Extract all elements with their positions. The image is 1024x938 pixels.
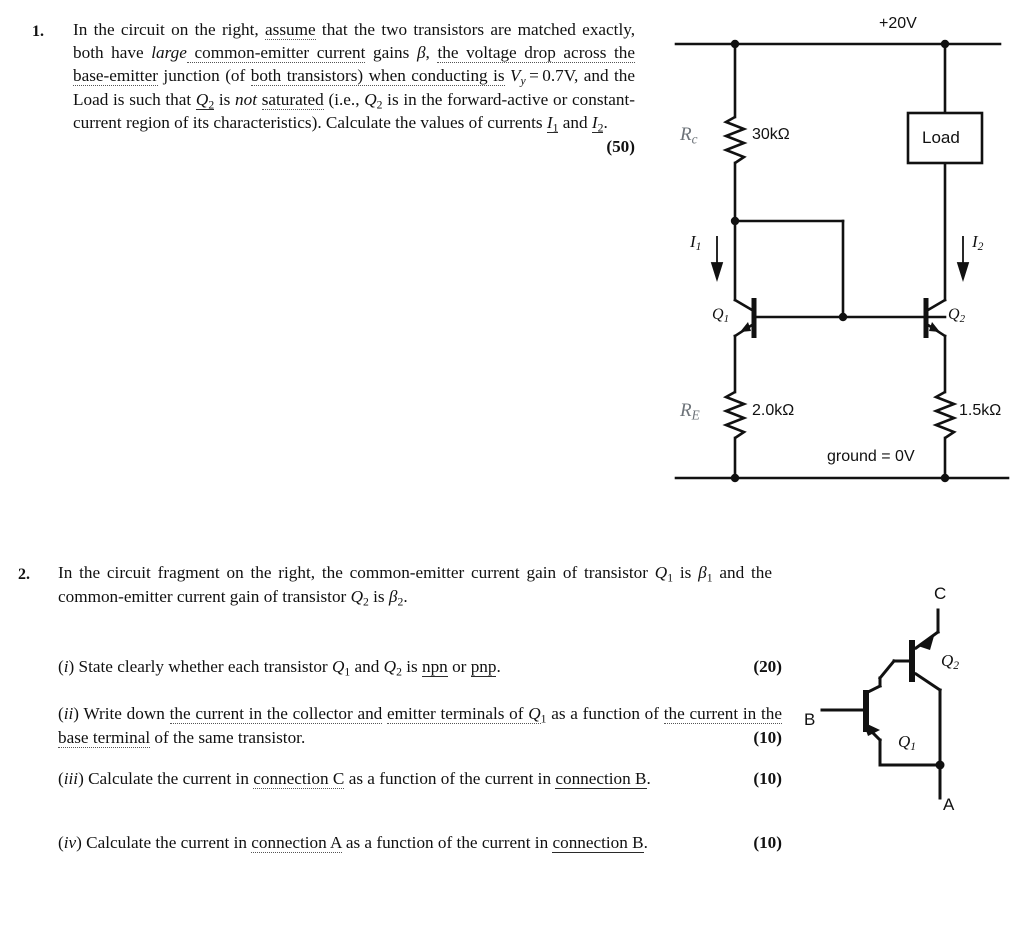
resistor-rc-zigzag bbox=[722, 115, 748, 165]
question-2-part-iv: (iv) Calculate the current in connection… bbox=[58, 832, 782, 855]
question-2-number: 2. bbox=[18, 566, 30, 583]
current-i2-label: I2 bbox=[972, 232, 983, 253]
q2-emitter-arrow bbox=[929, 322, 940, 332]
question-1-marks: (50) bbox=[606, 137, 635, 157]
hand-rc-symbol: R bbox=[680, 124, 692, 145]
load-label: Load bbox=[922, 128, 960, 147]
question-2-part-iii: (iii) Calculate the current in connectio… bbox=[58, 768, 782, 791]
figure-2-circuit: C B A Q2 Q1 bbox=[800, 570, 1024, 830]
i2-arrowhead bbox=[956, 262, 970, 283]
hand-re-subscript: E bbox=[691, 407, 700, 423]
terminal-a-label: A bbox=[943, 795, 955, 814]
terminal-b-label: B bbox=[804, 710, 816, 729]
part-iv-text: Calculate the current in connection A as… bbox=[86, 833, 648, 853]
q1-subscript: 1 bbox=[723, 313, 729, 326]
ground-label: ground = 0V bbox=[827, 448, 915, 465]
left-emitter-resistor-label: 2.0kΩ bbox=[752, 402, 795, 419]
resistor-re1-zigzag bbox=[722, 390, 748, 440]
terminal-c-label: C bbox=[934, 584, 947, 603]
question-2-part-i: (i) State clearly whether each transisto… bbox=[58, 656, 782, 680]
figure-2-transistor-q1-label: Q1 bbox=[898, 732, 916, 753]
dot-rail-left bbox=[730, 39, 740, 49]
hand-rc-subscript: c bbox=[691, 131, 698, 147]
figure-2-base-bars bbox=[863, 640, 915, 732]
question-2-intro: In the circuit fragment on the right, th… bbox=[58, 562, 772, 610]
question-1-number: 1. bbox=[32, 23, 44, 40]
q1-emitter-arrow-npn bbox=[863, 722, 880, 736]
hand-label-rc: Rc bbox=[680, 124, 698, 148]
part-iii-marks: (10) bbox=[753, 769, 782, 788]
i1-arrowhead bbox=[710, 262, 724, 283]
emitter-arrowheads bbox=[740, 322, 940, 332]
question-2-part-ii: (ii) Write down the current in the colle… bbox=[58, 703, 782, 750]
right-emitter-resistor-label: 1.5kΩ bbox=[959, 402, 1002, 419]
i1-subscript: 1 bbox=[695, 240, 702, 254]
wire-q2-collector-elbow bbox=[926, 298, 947, 312]
part-iii-label: (iii) bbox=[58, 769, 84, 788]
question-1-body: In the circuit on the right, assume that… bbox=[73, 19, 636, 159]
part-iv-label: (iv) bbox=[58, 833, 82, 852]
q2-subscript: 2 bbox=[959, 313, 965, 326]
wire-q2-collector-elbow bbox=[913, 671, 943, 693]
dot-ground-right bbox=[940, 473, 950, 483]
figure-2-arrowheads bbox=[863, 636, 934, 736]
q1-emitter-arrow bbox=[740, 322, 751, 332]
dot-a-node bbox=[935, 760, 945, 770]
transistor-q2-label: Q2 bbox=[948, 306, 965, 325]
fig2-q2-subscript: 2 bbox=[953, 659, 960, 673]
fig2-q2-symbol: Q bbox=[941, 651, 954, 670]
wire-q2-base-diag bbox=[877, 658, 897, 681]
part-iv-marks: (10) bbox=[753, 833, 782, 852]
q2-symbol: Q bbox=[948, 306, 960, 323]
question-2-intro-text: In the circuit fragment on the right, th… bbox=[58, 563, 772, 609]
q1-symbol: Q bbox=[712, 306, 724, 323]
figure-2-svg bbox=[820, 608, 945, 800]
dot-rail-right bbox=[940, 39, 950, 49]
current-i1-label: I1 bbox=[690, 232, 701, 253]
part-ii-text: Write down the current in the collector … bbox=[58, 704, 782, 748]
resistor-re2-zigzag bbox=[932, 390, 958, 440]
figure-1-circuit: +20V 30kΩ Load 2.0kΩ 1.5kΩ ground = 0V I… bbox=[660, 0, 1024, 500]
figure-2-transistor-q2-label: Q2 bbox=[941, 651, 959, 672]
fig2-q1-symbol: Q bbox=[898, 732, 911, 751]
wire-q1-collector-elbow bbox=[865, 683, 883, 695]
collector-resistor-label: 30kΩ bbox=[752, 126, 790, 143]
part-i-marks: (20) bbox=[753, 657, 782, 676]
dot-ground-left bbox=[730, 473, 740, 483]
transistor-q1-label: Q1 bbox=[712, 306, 729, 325]
wire-q1-collector-elbow bbox=[733, 298, 754, 312]
hand-re-symbol: R bbox=[680, 400, 692, 421]
supply-rail-label: +20V bbox=[879, 15, 917, 32]
part-i-text: State clearly whether each transistor Q1… bbox=[78, 657, 501, 679]
question-1-text: In the circuit on the right, assume that… bbox=[73, 20, 636, 135]
current-arrows bbox=[710, 236, 970, 283]
part-ii-marks: (10) bbox=[753, 727, 782, 747]
part-iii-text: Calculate the current in connection C as… bbox=[88, 769, 651, 789]
figure-1-svg bbox=[674, 39, 1010, 483]
hand-label-re: RE bbox=[680, 400, 700, 424]
i2-subscript: 2 bbox=[977, 240, 984, 254]
part-ii-label: (ii) bbox=[58, 704, 80, 723]
dot-collector-node bbox=[730, 216, 740, 226]
dot-base-bus bbox=[838, 312, 848, 322]
fig2-q1-subscript: 1 bbox=[910, 740, 917, 754]
part-i-label: (i) bbox=[58, 657, 75, 676]
